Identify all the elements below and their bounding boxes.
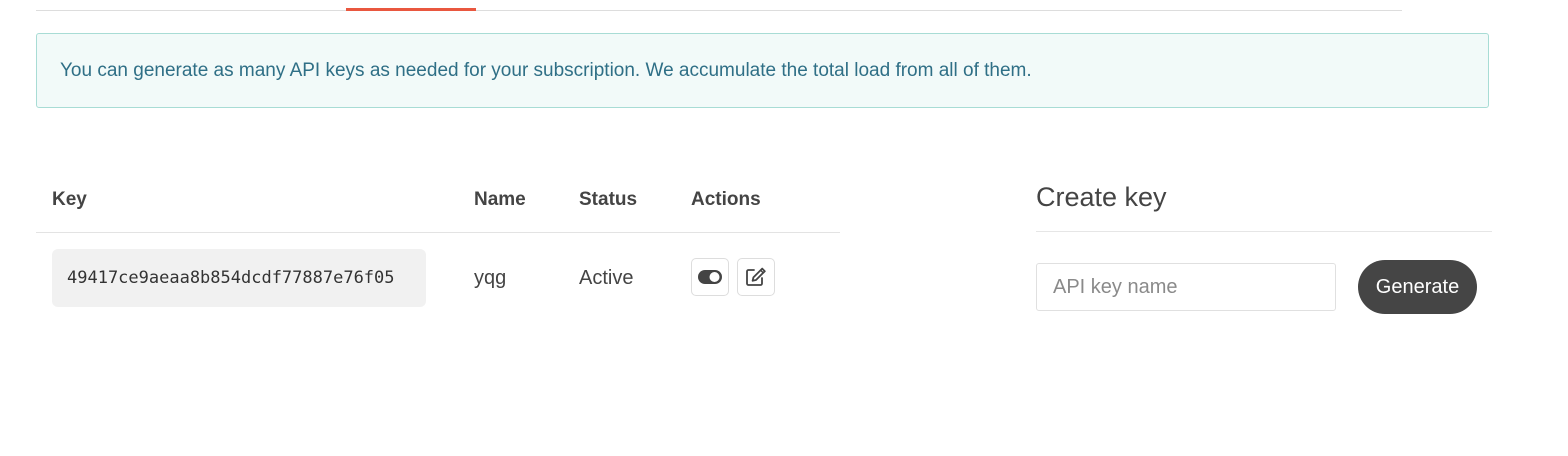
toggle-key-button[interactable] — [691, 258, 729, 296]
api-keys-table: Key Name Status Actions 49417ce9aeaa8b85… — [36, 170, 840, 323]
column-header-key: Key — [52, 189, 87, 210]
edit-key-button[interactable] — [737, 258, 775, 296]
api-key-name-input[interactable] — [1036, 263, 1336, 311]
tab-strip-divider — [36, 10, 1402, 11]
table-row: 49417ce9aeaa8b854dcdf77887e76f05 yqg Act… — [36, 233, 840, 323]
toggle-icon — [698, 270, 722, 284]
table-header: Key Name Status Actions — [36, 170, 840, 233]
info-alert-text: You can generate as many API keys as nee… — [60, 59, 1032, 81]
generate-button[interactable]: Generate — [1358, 260, 1477, 314]
column-header-status: Status — [579, 189, 638, 210]
create-key-divider — [1036, 231, 1492, 232]
api-key-value[interactable]: 49417ce9aeaa8b854dcdf77887e76f05 — [52, 249, 426, 307]
column-header-actions: Actions — [691, 189, 761, 210]
info-alert: You can generate as many API keys as nee… — [36, 33, 1489, 108]
column-header-name: Name — [474, 189, 526, 210]
api-key-status: Active — [579, 267, 634, 289]
active-tab-indicator — [346, 8, 476, 11]
edit-icon — [746, 267, 766, 286]
api-key-name: yqg — [474, 267, 507, 289]
create-key-title: Create key — [1036, 182, 1167, 212]
